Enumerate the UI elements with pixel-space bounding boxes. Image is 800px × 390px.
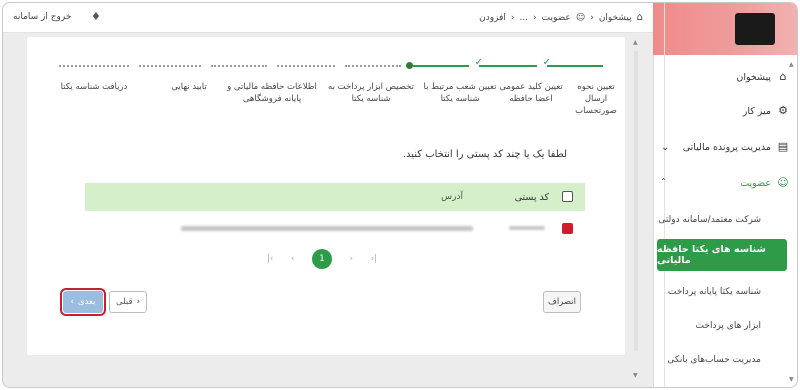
sidebar-item-dashboard[interactable]: پیشخوان ⌂: [661, 63, 789, 91]
sidebar: پیشخوان ⌂ میز کار ⚙ ⌄ مدیریت پرونده مالی…: [653, 3, 797, 387]
step-label-3: تعیین شعب مرتبط با شناسه یکتا: [423, 82, 497, 104]
sidebar-subitem-bank-accounts[interactable]: مدیریت حساب‌های بانکی: [657, 355, 761, 365]
sidebar-item-label: مدیریت پرونده مالیاتی: [682, 141, 771, 153]
step-connector-pending: [139, 65, 201, 67]
step-connector-done: [413, 65, 469, 67]
chevron-left-icon: ‹: [70, 297, 74, 307]
last-page-icon[interactable]: ›|: [371, 254, 377, 264]
breadcrumb-item-add: افزودن: [479, 12, 506, 23]
postal-code-redacted: [509, 226, 545, 230]
sidebar-subitem-trusted-company[interactable]: شرکت معتمد/سامانه دولتی: [657, 215, 761, 225]
cancel-button-label: انصراف: [548, 297, 576, 307]
prev-button[interactable]: قبلی ›: [109, 291, 147, 313]
next-button[interactable]: ‹ بعدی: [60, 288, 106, 316]
scroll-thumb[interactable]: [634, 51, 638, 351]
breadcrumb-item-ellipsis[interactable]: ...: [519, 13, 528, 23]
chevron-up-icon: ˆ: [661, 177, 666, 189]
scroll-up-icon[interactable]: ▲: [789, 61, 794, 68]
step-connector-pending: [277, 65, 335, 67]
chevron-left-icon: ‹: [590, 12, 594, 23]
page-number-current[interactable]: 1: [311, 249, 332, 269]
step-label-5: اطلاعات حافظه مالیاتی و پایانه فروشگاهی: [227, 82, 317, 104]
profile-banner: [653, 3, 797, 55]
breadcrumb: ⌂ پیشخوان ‹ ☺ عضویت ‹ ... ‹ افزودن: [479, 12, 643, 23]
home-icon[interactable]: ⌂: [637, 12, 643, 23]
next-button-label: بعدی: [77, 297, 96, 307]
sidebar-scrollbar[interactable]: ▲ ▼: [789, 55, 795, 387]
step-label-1: تعیین نحوه ارسال صورتحساب: [575, 82, 617, 116]
scroll-down-icon[interactable]: ▼: [789, 376, 794, 383]
progress-stepper: ✓ ✓ تعیین نحوه ارسال صورتحساب تعیین کلید…: [27, 55, 625, 125]
prev-button-label: قبلی: [116, 297, 133, 307]
column-header-address: آدرس: [441, 192, 463, 202]
step-label-4: تخصیص ابزار پرداخت به شناسه یکتا: [328, 82, 414, 104]
sidebar-subitem-payment-terminal[interactable]: شناسه یکتا پایانه پرداخت: [657, 287, 761, 297]
step-label-2: تعیین کلید عمومی اعضا حافظه: [499, 82, 563, 104]
sidebar-item-label: پیشخوان: [736, 71, 771, 83]
first-page-icon[interactable]: |‹: [267, 254, 273, 264]
sidebar-subitem-payment-tools[interactable]: ابزار های پرداخت: [657, 321, 761, 331]
sidebar-item-tax-file[interactable]: ⌄ مدیریت پرونده مالیاتی ▤: [661, 133, 789, 161]
user-icon: ☺: [575, 12, 586, 23]
prev-page-icon[interactable]: ‹: [291, 254, 294, 264]
user-icon: ☺: [777, 176, 789, 189]
table-header: کد پستی آدرس: [85, 183, 585, 211]
check-icon: ✓: [542, 57, 551, 68]
sidebar-item-membership[interactable]: ˆ عضویت ☺: [661, 169, 789, 197]
step-connector-pending: [345, 65, 401, 67]
sidebar-item-label: میز کار: [742, 105, 771, 117]
sidebar-subitem-label: شناسه های یکتا حافظه مالیاتی: [657, 244, 766, 266]
bell-icon[interactable]: ♦: [91, 10, 101, 23]
check-icon: ✓: [474, 57, 483, 68]
next-page-icon[interactable]: ›: [350, 254, 353, 264]
sidebar-item-desk[interactable]: میز کار ⚙: [661, 97, 789, 125]
pagination: |‹ ‹ 1 › ›|: [267, 248, 377, 270]
step-label-7: دریافت شناسه یکتا: [60, 82, 128, 92]
app-window: خروج از سامانه ♦ ⌂ پیشخوان ‹ ☺ عضویت ‹ .…: [2, 2, 798, 388]
sidebar-item-label: عضویت: [740, 177, 771, 189]
chevron-left-icon: ‹: [533, 12, 537, 23]
step-connector-pending: [59, 65, 129, 67]
chevron-down-icon: ⌄: [661, 141, 670, 153]
main-card: ✓ ✓ تعیین نحوه ارسال صورتحساب تعیین کلید…: [27, 37, 625, 355]
column-header-postal-code: کد پستی: [514, 191, 549, 203]
chevron-left-icon: ‹: [510, 12, 515, 23]
breadcrumb-item-dashboard[interactable]: پیشخوان: [599, 13, 632, 23]
logout-label: خروج از سامانه: [13, 12, 72, 22]
scroll-up-icon[interactable]: ▲: [633, 39, 638, 46]
home-icon: ⌂: [779, 70, 787, 83]
sidebar-subitem-tax-memory-ids[interactable]: شناسه های یکتا حافظه مالیاتی: [657, 239, 787, 271]
step-connector-done: [547, 65, 603, 67]
cancel-button[interactable]: انصراف: [543, 291, 581, 313]
row-checkbox[interactable]: [562, 223, 573, 234]
scroll-down-icon[interactable]: ▼: [633, 372, 638, 379]
logout-button[interactable]: خروج از سامانه: [13, 12, 71, 22]
instruction-text: لطفا یک یا چند کد پستی را انتخاب کنید.: [402, 149, 567, 160]
step-label-6: تایید نهایی: [171, 82, 207, 92]
address-redacted: [181, 226, 473, 231]
breadcrumb-item-membership[interactable]: عضویت: [542, 13, 571, 23]
document-icon: ▤: [777, 140, 789, 153]
chevron-right-icon: ›: [136, 297, 140, 307]
step-connector-done: [479, 65, 537, 67]
table-row[interactable]: [85, 217, 585, 239]
current-step-dot: [406, 62, 413, 69]
select-all-checkbox[interactable]: [562, 191, 573, 202]
redacted-profile-block: [735, 13, 775, 45]
content-scrollbar[interactable]: ▲ ▼: [631, 39, 641, 379]
top-bar: خروج از سامانه ♦ ⌂ پیشخوان ‹ ☺ عضویت ‹ .…: [3, 3, 653, 33]
desk-icon: ⚙: [778, 104, 788, 117]
step-connector-pending: [211, 65, 267, 67]
